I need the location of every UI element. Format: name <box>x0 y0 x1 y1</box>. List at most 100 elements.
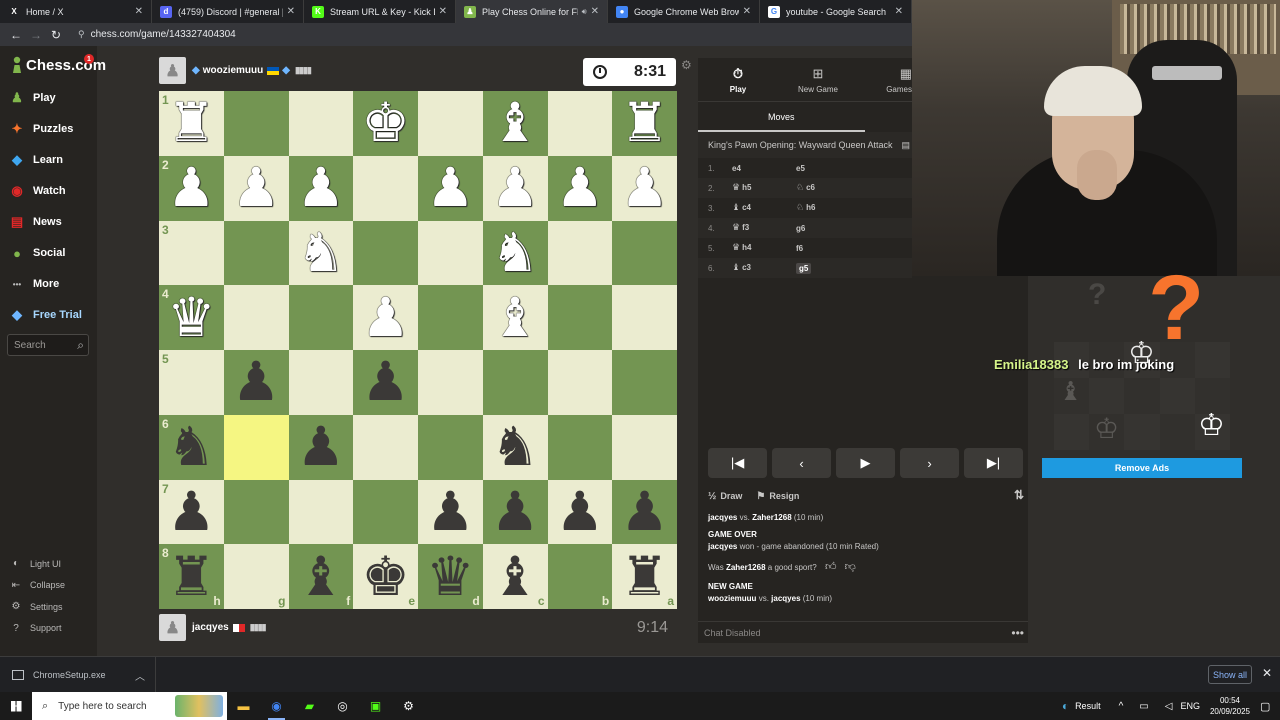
black-move[interactable]: f6 <box>796 244 860 253</box>
download-item[interactable]: ChromeSetup.exe ︿ <box>0 657 156 693</box>
board-square[interactable] <box>353 220 418 286</box>
white-king-icon[interactable]: ♚ <box>361 96 409 150</box>
board-square[interactable]: 4 ♛ <box>159 285 224 350</box>
last-move-button[interactable]: ▶| <box>964 448 1023 478</box>
sidebar-item-play[interactable]: ♟ Play <box>9 90 55 106</box>
board-square[interactable] <box>223 91 289 156</box>
board-square[interactable]: ♞ <box>482 220 548 286</box>
board-square[interactable] <box>612 220 677 286</box>
browser-tab[interactable]: K Stream URL & Key - Kick Dashbo ✕ <box>304 0 456 23</box>
chat-username[interactable]: Zaher1268 <box>726 563 766 572</box>
black-pawn-icon[interactable]: ♟ <box>361 355 409 409</box>
close-icon[interactable]: ✕ <box>287 6 295 17</box>
board-square[interactable]: ♟ <box>547 155 613 221</box>
board-square[interactable] <box>288 479 354 545</box>
white-bishop-icon[interactable]: ♝ <box>491 96 539 150</box>
board-square[interactable] <box>418 350 483 415</box>
obs-taskbar-icon[interactable]: ◎ <box>326 692 359 720</box>
white-move[interactable]: ♛ h5 <box>732 183 796 193</box>
board-square[interactable]: d ♛ <box>418 544 483 609</box>
thumbs-up-icon[interactable]: 👍︎ <box>825 561 837 573</box>
bottom-player-name[interactable]: jacqyes <box>192 622 229 633</box>
file-explorer-icon[interactable]: ▬ <box>227 692 260 720</box>
sidebar-item-watch[interactable]: ◉ Watch <box>9 183 65 199</box>
show-all-downloads-button[interactable]: Show all <box>1208 665 1252 684</box>
bottom-player-avatar[interactable]: ♟ <box>159 614 186 641</box>
board-square[interactable]: ♟ <box>288 155 354 221</box>
chevron-up-icon[interactable]: ^ <box>1119 701 1124 712</box>
network-icon[interactable]: ▭ <box>1139 701 1148 712</box>
board-square[interactable] <box>353 155 418 221</box>
black-move[interactable]: e5 <box>796 164 860 173</box>
black-pawn-icon[interactable]: ♟ <box>426 484 474 539</box>
board-square[interactable] <box>547 285 613 350</box>
board-square[interactable]: 7 ♟ <box>159 479 224 545</box>
sidebar-item-learn[interactable]: ◆ Learn <box>9 152 63 168</box>
black-pawn-icon[interactable]: ♟ <box>556 484 604 539</box>
board-square[interactable] <box>547 91 613 156</box>
board-square[interactable] <box>612 414 677 480</box>
board-square[interactable] <box>418 285 483 350</box>
board-square[interactable]: ♟ <box>418 479 483 545</box>
taskbar-search-input[interactable]: ⌕ Type here to search <box>32 692 227 720</box>
board-square[interactable] <box>288 91 354 156</box>
black-pawn-icon[interactable]: ♟ <box>232 355 280 409</box>
top-player-name[interactable]: wooziemuuu <box>203 65 264 76</box>
board-square[interactable] <box>418 91 483 156</box>
notifications-icon[interactable]: ▢ <box>1260 700 1274 713</box>
board-square[interactable] <box>288 350 354 415</box>
chat-username[interactable]: jacqyes <box>771 594 800 603</box>
board-square[interactable]: ♟ <box>223 350 289 415</box>
language-indicator[interactable]: ENG <box>1180 701 1200 711</box>
close-icon[interactable]: ✕ <box>591 6 599 17</box>
board-square[interactable]: ♟ <box>482 479 548 545</box>
white-rook-icon[interactable]: ♜ <box>167 96 215 150</box>
black-move[interactable]: g6 <box>796 224 860 233</box>
white-pawn-icon[interactable]: ♟ <box>491 161 539 215</box>
black-king-icon[interactable]: ♚ <box>361 549 409 604</box>
chat-username[interactable]: jacqyes <box>708 542 737 551</box>
close-icon[interactable]: ✕ <box>135 6 143 17</box>
board-square[interactable]: 2 ♟ <box>159 155 224 221</box>
sidebar-search-input[interactable]: Search ⌕ <box>7 334 89 356</box>
forward-icon[interactable]: → <box>26 28 46 42</box>
first-move-button[interactable]: |◀ <box>708 448 767 478</box>
board-square[interactable]: a ♜ <box>612 544 677 609</box>
board-square[interactable]: ♟ <box>612 479 677 545</box>
board-square[interactable]: ♚ <box>353 91 418 156</box>
taskbar-clock[interactable]: 00:54 20/09/2025 <box>1210 695 1250 717</box>
board-square[interactable]: 8 h ♜ <box>159 544 224 609</box>
chevron-up-icon[interactable]: ︿ <box>135 668 145 683</box>
tab-new-game[interactable]: ⊞ New Game <box>778 58 858 101</box>
white-knight-icon[interactable]: ♞ <box>491 225 539 280</box>
board-square[interactable]: ♝ <box>482 285 548 350</box>
board-square[interactable]: 5 <box>159 350 224 415</box>
more-options-icon[interactable]: ••• <box>1011 626 1024 640</box>
browser-tab[interactable]: ♟ Play Chess Online for FREE - 🔊︎ ✕ <box>456 0 608 23</box>
black-pawn-icon[interactable]: ♟ <box>167 484 215 539</box>
start-button[interactable] <box>0 692 32 720</box>
white-pawn-icon[interactable]: ♟ <box>167 161 215 215</box>
white-move[interactable]: ♝ c4 <box>732 203 796 213</box>
sidebar-item-settings[interactable]: ⚙ Settings <box>10 601 63 612</box>
board-square[interactable]: ♝ <box>482 91 548 156</box>
remove-ads-button[interactable]: Remove Ads <box>1042 458 1242 478</box>
sidebar-item-support[interactable]: ? Support <box>10 623 61 634</box>
board-square[interactable] <box>288 285 354 350</box>
previous-move-button[interactable]: ‹ <box>772 448 831 478</box>
white-pawn-icon[interactable]: ♟ <box>232 161 280 215</box>
sidebar-item-more[interactable]: ••• More <box>9 276 59 292</box>
board-square[interactable]: c ♝ <box>482 544 548 609</box>
board-settings-gear-icon[interactable]: ⚙ <box>681 58 692 72</box>
white-pawn-icon[interactable]: ♟ <box>361 290 409 345</box>
close-icon[interactable]: ✕ <box>1262 666 1272 680</box>
white-move[interactable]: ♛ h4 <box>732 243 796 253</box>
white-pawn-icon[interactable]: ♟ <box>620 161 668 215</box>
board-square[interactable] <box>418 414 483 480</box>
board-square[interactable]: 6 ♞ <box>159 414 224 480</box>
reload-icon[interactable]: ↻ <box>46 28 66 42</box>
browser-tab[interactable]: X Home / X ✕ <box>0 0 152 23</box>
board-square[interactable] <box>353 479 418 545</box>
board-square[interactable]: ♟ <box>353 285 418 350</box>
black-bishop-icon[interactable]: ♝ <box>297 549 345 604</box>
